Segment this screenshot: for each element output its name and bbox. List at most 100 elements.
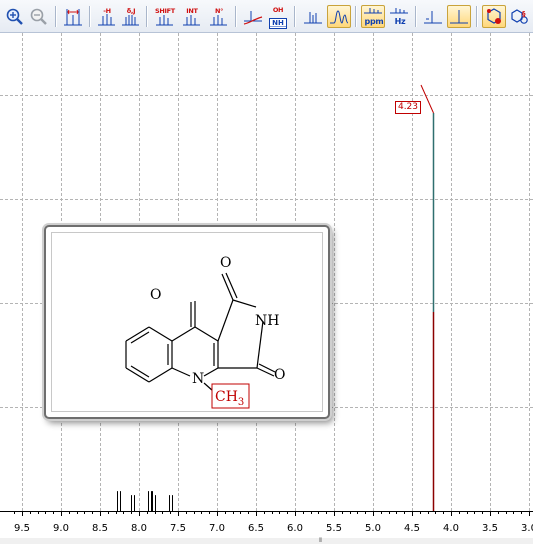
line-spectrum-button[interactable] <box>447 5 471 28</box>
baseline-button[interactable] <box>241 5 265 28</box>
peak-number-button[interactable]: N° <box>206 5 230 28</box>
toolbar-separator <box>55 6 57 27</box>
minor-tick <box>84 511 85 514</box>
x-tick-label: 9.0 <box>53 523 69 534</box>
major-tick <box>100 511 101 516</box>
minor-tick <box>240 511 241 514</box>
structure-panel[interactable]: O NH O O N CH3 <box>44 225 330 419</box>
spectrum-plot-area[interactable]: 4.23 O NH O O N CH3 <box>0 33 533 511</box>
x-tick-label: 6.0 <box>287 523 303 534</box>
minor-tick <box>14 511 15 514</box>
major-tick <box>217 511 218 516</box>
structure-settings-button[interactable]: § <box>507 5 531 28</box>
peak-label-leader <box>420 84 434 114</box>
minor-tick <box>365 511 366 514</box>
major-tick <box>451 511 452 516</box>
multiplet-button[interactable]: δ,J <box>118 5 142 28</box>
minor-tick <box>381 511 382 514</box>
scrollbar-grip[interactable]: ⦀ <box>316 538 324 544</box>
exchangeable-button[interactable]: OH NH <box>265 5 289 29</box>
minor-tick <box>186 511 187 514</box>
x-tick-label: 5.5 <box>326 523 342 534</box>
minor-tick <box>467 511 468 514</box>
minor-tick <box>38 511 39 514</box>
major-tick <box>178 511 179 516</box>
minor-tick <box>116 511 117 514</box>
zoom-out-button[interactable] <box>27 5 51 28</box>
major-tick <box>334 511 335 516</box>
show-width-button[interactable] <box>61 5 85 28</box>
minor-tick <box>162 511 163 514</box>
minor-tick <box>131 511 132 514</box>
horizontal-scrollbar[interactable]: ⦀ <box>0 538 533 544</box>
minor-tick <box>170 511 171 514</box>
x-tick-label: 6.5 <box>248 523 264 534</box>
x-tick-label: 7.5 <box>170 523 186 534</box>
minor-tick <box>521 511 522 514</box>
minor-tick <box>194 511 195 514</box>
minor-tick <box>513 511 514 514</box>
integral-button[interactable]: INT <box>179 5 203 28</box>
minor-tick <box>459 511 460 514</box>
minor-tick <box>420 511 421 514</box>
hz-units-button[interactable]: Hz <box>387 5 411 28</box>
structure-button[interactable] <box>482 5 506 28</box>
multiplet-icon <box>122 15 139 26</box>
atom-o-right: O <box>274 367 285 383</box>
spectrum-view-button[interactable] <box>327 5 351 28</box>
minor-tick <box>303 511 304 514</box>
single-line-icon <box>424 11 442 24</box>
minor-tick <box>225 511 226 514</box>
toolbar-separator <box>355 6 357 27</box>
integral-icon <box>183 15 200 26</box>
minor-tick <box>389 511 390 514</box>
ppm-units-button[interactable]: ppm <box>361 5 385 28</box>
major-tick <box>529 511 530 516</box>
minor-tick <box>30 511 31 514</box>
spectrum-toolbar: -H δ,J SHIFT INT N° OH NH ppm Hz § <box>0 0 533 33</box>
toolbar-separator <box>235 6 237 27</box>
minor-tick <box>155 511 156 514</box>
minor-tick <box>396 511 397 514</box>
baseline-icon <box>243 11 263 25</box>
peaks-icon <box>304 12 322 24</box>
hz-label: Hz <box>394 17 406 26</box>
minor-tick <box>350 511 351 514</box>
minor-tick <box>147 511 148 514</box>
shift-button[interactable]: SHIFT <box>152 5 176 28</box>
minor-tick <box>287 511 288 514</box>
minor-tick <box>428 511 429 514</box>
spectrum-icon <box>330 10 349 24</box>
minor-tick <box>108 511 109 514</box>
major-tick <box>412 511 413 516</box>
peaks-view-button[interactable] <box>301 5 325 28</box>
delete-peak-button[interactable]: -H <box>94 5 118 28</box>
structure-gear-icon: § <box>511 9 528 24</box>
minor-tick <box>342 511 343 514</box>
minor-tick <box>357 511 358 514</box>
minor-tick <box>201 511 202 514</box>
minor-tick <box>233 511 234 514</box>
structure-icon <box>487 8 501 24</box>
atom-o-left: O <box>150 287 161 303</box>
peak-label-4-23[interactable]: 4.23 <box>395 101 421 114</box>
minor-tick <box>272 511 273 514</box>
major-tick <box>295 511 296 516</box>
minor-tick <box>69 511 70 514</box>
major-tick <box>373 511 374 516</box>
atom-n: N <box>192 371 204 387</box>
oh-nh-icon <box>269 26 286 27</box>
x-tick-label: 7.0 <box>209 523 225 534</box>
minor-tick <box>498 511 499 514</box>
x-tick-label: 8.5 <box>92 523 108 534</box>
zoom-in-button[interactable] <box>3 5 27 28</box>
minor-tick <box>248 511 249 514</box>
major-tick <box>139 511 140 516</box>
major-tick <box>22 511 23 516</box>
minor-tick <box>474 511 475 514</box>
molecule-structure: O NH O O N CH3 <box>125 255 285 409</box>
minor-tick <box>318 511 319 514</box>
single-line-button[interactable] <box>421 5 445 28</box>
toolbar-separator <box>476 6 478 27</box>
peak-minus-icon <box>98 14 115 26</box>
